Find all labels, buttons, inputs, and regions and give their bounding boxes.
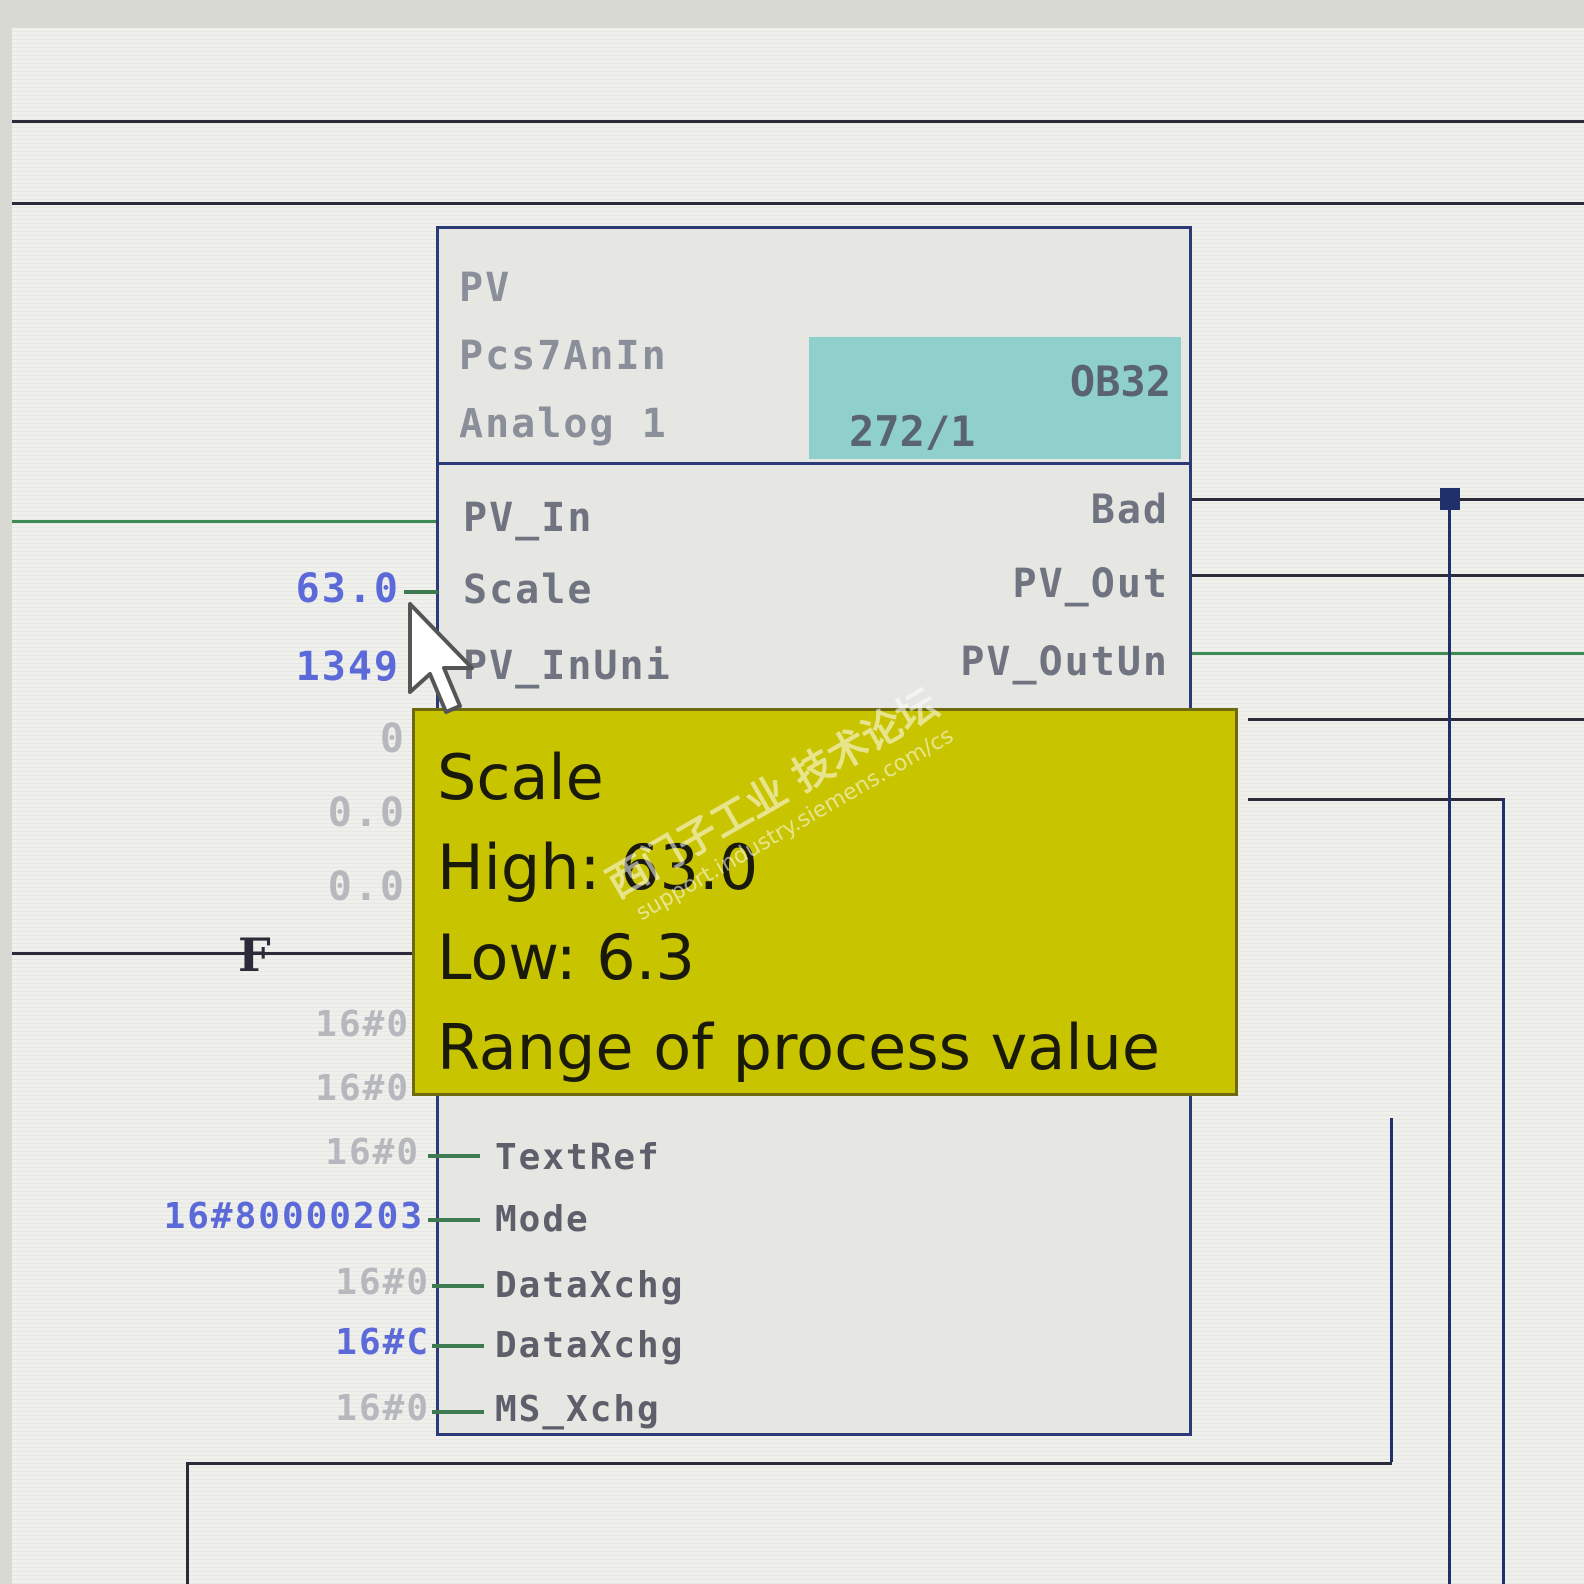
value-input-6[interactable]: 0.0 xyxy=(280,864,406,910)
pin-bad[interactable]: Bad xyxy=(1091,487,1169,533)
pin-pv-inuni[interactable]: PV_InUni xyxy=(463,643,672,689)
value-mode[interactable]: 16#80000203 xyxy=(80,1196,424,1237)
value-lower-2[interactable]: 16#0 xyxy=(260,1068,410,1109)
stub-scale xyxy=(404,590,438,594)
pin-dataxchg-2[interactable]: DataXchg xyxy=(495,1325,684,1366)
wire-vertical-far-right xyxy=(1448,498,1451,1584)
value-dataxchg-1[interactable]: 16#0 xyxy=(260,1262,430,1303)
stub-dataxchg-1 xyxy=(432,1284,484,1288)
stub-dataxchg-2 xyxy=(432,1344,484,1348)
stub-ms-xchg xyxy=(432,1410,484,1414)
value-pv-inuni[interactable]: 1349 xyxy=(240,644,400,690)
block-name: PV xyxy=(459,265,512,311)
wire-pv-out xyxy=(1192,574,1584,577)
value-scale[interactable]: 63.0 xyxy=(240,566,400,612)
pin-mode[interactable]: Mode xyxy=(495,1199,590,1240)
runtime-info-box: OB32 272/1 xyxy=(809,337,1181,459)
wire-vertical-mid xyxy=(1390,1118,1393,1462)
pin-pv-in[interactable]: PV_In xyxy=(463,495,593,541)
connection-marker: F xyxy=(238,928,271,982)
tooltip-title: Scale xyxy=(437,741,604,814)
mouse-cursor-icon xyxy=(408,602,474,714)
block-header[interactable]: PV Pcs7AnIn Analog 1 OB32 272/1 xyxy=(439,229,1189,465)
tooltip-description: Range of process value xyxy=(437,1011,1160,1084)
wire-bottom-loop xyxy=(186,1462,1392,1465)
pin-textref[interactable]: TextRef xyxy=(495,1137,661,1178)
wire-pv-outun xyxy=(1192,652,1584,655)
value-input-5[interactable]: 0.0 xyxy=(280,790,406,836)
junction-dot xyxy=(1440,488,1460,510)
value-textref[interactable]: 16#0 xyxy=(260,1132,420,1173)
block-comment: Analog 1 xyxy=(459,401,668,447)
wire-top-1 xyxy=(12,120,1584,123)
value-dataxchg-2[interactable]: 16#C xyxy=(260,1322,430,1363)
wire-right-2 xyxy=(1248,798,1504,801)
wire-pv-in xyxy=(12,520,442,523)
wire-vertical-right xyxy=(1502,798,1505,1584)
wire-bad-out xyxy=(1192,498,1584,501)
stub-mode xyxy=(428,1218,480,1222)
value-input-4[interactable]: 0 xyxy=(300,716,406,762)
value-lower-1[interactable]: 16#0 xyxy=(260,1004,410,1045)
pin-ms-xchg[interactable]: MS_Xchg xyxy=(495,1389,661,1430)
wire-top-2 xyxy=(12,202,1584,205)
stub-textref xyxy=(428,1154,480,1158)
block-type: Pcs7AnIn xyxy=(459,333,668,379)
wire-right-1 xyxy=(1248,718,1584,721)
pin-dataxchg-1[interactable]: DataXchg xyxy=(495,1265,684,1306)
pin-pv-outun[interactable]: PV_OutUn xyxy=(960,639,1169,685)
task-label: OB32 xyxy=(1069,357,1171,406)
tooltip-low: Low: 6.3 xyxy=(437,921,695,994)
pin-pv-out[interactable]: PV_Out xyxy=(1013,561,1170,607)
value-ms-xchg[interactable]: 16#0 xyxy=(260,1388,430,1429)
wire-bottom-left xyxy=(186,1462,189,1584)
run-sequence: 272/1 xyxy=(849,407,976,456)
wire-left-mid xyxy=(12,952,422,955)
